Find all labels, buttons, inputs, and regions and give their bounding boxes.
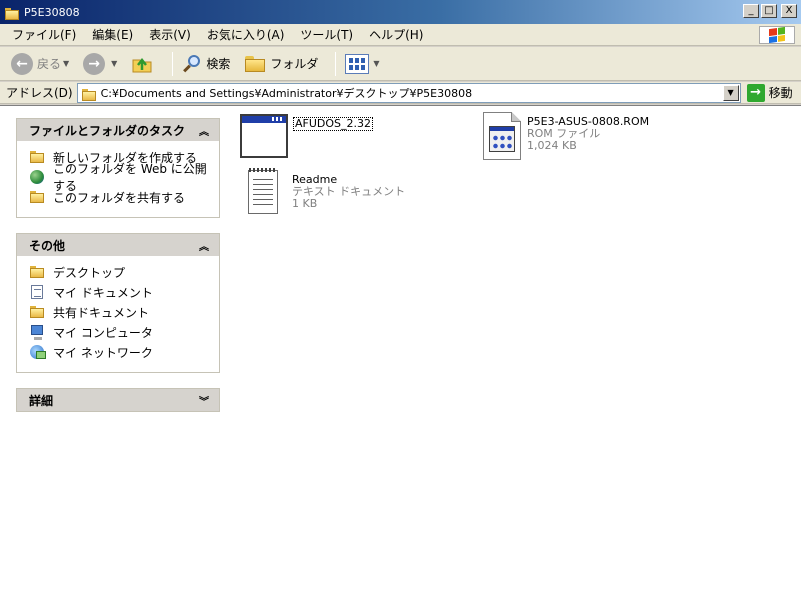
task-publish-web[interactable]: このフォルダを Web に公開する bbox=[29, 162, 209, 193]
maximize-button[interactable]: □ bbox=[761, 4, 777, 18]
executable-icon bbox=[240, 114, 288, 158]
minimize-button[interactable]: _ bbox=[743, 4, 759, 18]
toolbar-separator bbox=[172, 51, 174, 76]
menu-view[interactable]: 表示(V) bbox=[143, 24, 197, 45]
place-label: デスクトップ bbox=[53, 265, 126, 280]
place-my-computer[interactable]: マイ コンピュータ bbox=[29, 322, 209, 342]
up-folder-button[interactable] bbox=[128, 51, 158, 77]
computer-icon bbox=[29, 324, 45, 340]
text-document-icon bbox=[248, 168, 278, 214]
collapse-icon[interactable]: ︽ bbox=[199, 123, 209, 138]
menu-bar: ファイル(F) 編集(E) 表示(V) お気に入り(A) ツール(T) ヘルプ(… bbox=[0, 24, 801, 46]
folder-icon bbox=[4, 6, 20, 20]
back-arrow-icon: ← bbox=[11, 52, 33, 75]
place-my-network[interactable]: マイ ネットワーク bbox=[29, 342, 209, 362]
rom-file-icon bbox=[483, 112, 521, 160]
address-label: アドレス(D) bbox=[6, 86, 73, 100]
other-places-panel: その他 ︽ デスクトップ マイ ドキュメント 共有ドキュメント マイ コンピュー… bbox=[16, 233, 220, 373]
windows-logo-icon bbox=[759, 26, 795, 44]
search-label: 検索 bbox=[206, 57, 231, 71]
place-label: マイ コンピュータ bbox=[53, 325, 153, 340]
views-icon bbox=[345, 53, 370, 74]
folder-icon bbox=[81, 87, 97, 101]
menu-tools[interactable]: ツール(T) bbox=[294, 24, 359, 45]
go-arrow-icon: → bbox=[746, 83, 765, 102]
file-item[interactable]: Readme テキスト ドキュメント 1 KB bbox=[248, 168, 405, 214]
folder-icon bbox=[29, 264, 45, 280]
file-item[interactable]: AFUDOS_2.32 bbox=[240, 114, 374, 158]
network-icon bbox=[29, 344, 46, 360]
address-input[interactable]: C:¥Documents and Settings¥Administrator¥… bbox=[76, 82, 741, 103]
place-my-documents[interactable]: マイ ドキュメント bbox=[29, 282, 209, 302]
menu-file[interactable]: ファイル(F) bbox=[6, 24, 82, 45]
chevron-down-icon: ▼ bbox=[373, 59, 380, 68]
details-panel: 詳細 ︾ bbox=[16, 388, 220, 412]
file-name: AFUDOS_2.32 bbox=[292, 117, 374, 131]
address-dropdown-button[interactable]: ▼ bbox=[722, 84, 739, 101]
forward-button[interactable]: → ▼ bbox=[80, 51, 120, 77]
place-label: マイ ドキュメント bbox=[53, 285, 153, 300]
chevron-down-icon: ▼ bbox=[111, 59, 118, 68]
chevron-down-icon: ▼ bbox=[63, 59, 70, 68]
back-button[interactable]: ← 戻る ▼ bbox=[8, 51, 72, 77]
tasks-panel: ファイルとフォルダのタスク ︽ 新しいフォルダを作成する このフォルダを Web… bbox=[16, 118, 220, 218]
task-label: このフォルダを共有する bbox=[53, 190, 186, 205]
collapse-icon[interactable]: ︽ bbox=[199, 238, 209, 253]
content-area: ファイルとフォルダのタスク ︽ 新しいフォルダを作成する このフォルダを Web… bbox=[0, 105, 801, 600]
details-panel-header[interactable]: 詳細 ︾ bbox=[17, 389, 219, 411]
file-size: 1,024 KB bbox=[527, 139, 577, 152]
place-desktop[interactable]: デスクトップ bbox=[29, 262, 209, 282]
place-label: 共有ドキュメント bbox=[53, 305, 150, 320]
file-size: 1 KB bbox=[292, 197, 318, 210]
go-button[interactable]: → 移動 bbox=[746, 83, 793, 102]
search-button[interactable]: 検索 bbox=[179, 51, 233, 77]
other-panel-header[interactable]: その他 ︽ bbox=[17, 234, 219, 256]
go-label: 移動 bbox=[768, 86, 793, 100]
folders-button[interactable]: フォルダ bbox=[241, 51, 321, 77]
search-icon bbox=[182, 54, 202, 74]
folders-label: フォルダ bbox=[270, 57, 319, 71]
window-title: P5E30808 bbox=[24, 5, 80, 19]
close-button[interactable]: X bbox=[781, 4, 797, 18]
forward-arrow-icon: → bbox=[83, 52, 106, 75]
place-label: マイ ネットワーク bbox=[53, 345, 153, 360]
tasks-panel-title: ファイルとフォルダのタスク bbox=[29, 123, 186, 138]
globe-icon bbox=[29, 169, 45, 185]
place-shared-documents[interactable]: 共有ドキュメント bbox=[29, 302, 209, 322]
title-bar[interactable]: P5E30808 _ □ X bbox=[0, 0, 801, 24]
back-label: 戻る bbox=[37, 57, 62, 71]
address-bar: アドレス(D) C:¥Documents and Settings¥Admini… bbox=[0, 82, 801, 104]
details-panel-title: 詳細 bbox=[29, 393, 54, 408]
menu-favorites[interactable]: お気に入り(A) bbox=[201, 24, 291, 45]
menu-edit[interactable]: 編集(E) bbox=[86, 24, 139, 45]
views-button[interactable]: ▼ bbox=[342, 51, 382, 77]
folder-icon bbox=[244, 55, 266, 73]
address-value: C:¥Documents and Settings¥Administrator¥… bbox=[100, 86, 473, 100]
menu-help[interactable]: ヘルプ(H) bbox=[363, 24, 429, 45]
new-folder-icon bbox=[29, 149, 45, 165]
tasks-panel-header[interactable]: ファイルとフォルダのタスク ︽ bbox=[17, 119, 219, 141]
other-panel-title: その他 bbox=[29, 238, 66, 253]
up-folder-icon bbox=[131, 54, 153, 74]
task-share-folder[interactable]: このフォルダを共有する bbox=[29, 187, 209, 207]
file-item[interactable]: P5E3-ASUS-0808.ROM ROM ファイル 1,024 KB bbox=[483, 112, 649, 160]
expand-icon[interactable]: ︾ bbox=[199, 393, 209, 408]
document-icon bbox=[29, 284, 45, 300]
folder-icon bbox=[29, 304, 45, 320]
toolbar: ← 戻る ▼ → ▼ 検索 フォルダ ▼ bbox=[0, 47, 801, 81]
share-folder-icon bbox=[29, 189, 45, 205]
toolbar-separator bbox=[335, 51, 337, 76]
